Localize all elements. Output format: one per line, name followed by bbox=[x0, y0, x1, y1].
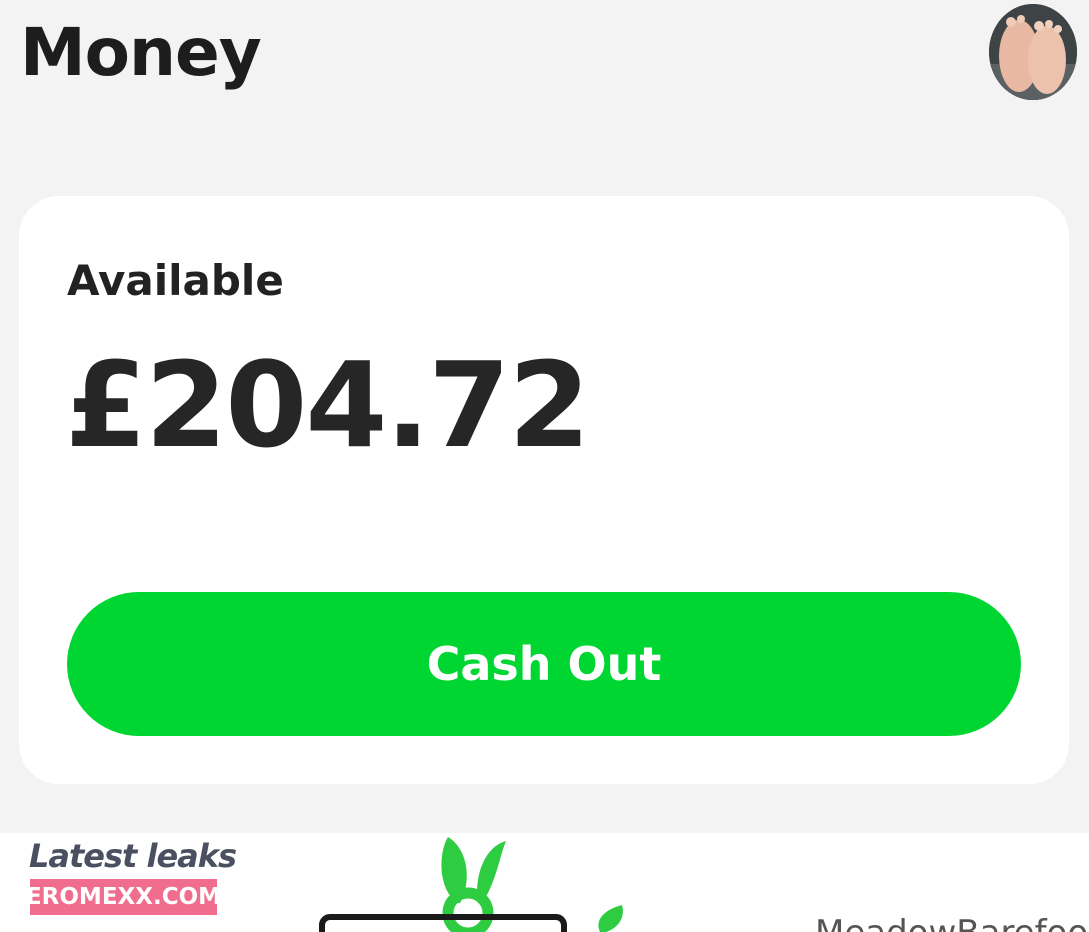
watermark-title: Latest leaks bbox=[29, 837, 237, 875]
balance-card: Available £204.72 Cash Out bbox=[19, 196, 1069, 784]
watermark-site: EROMEXX.COM bbox=[26, 879, 221, 915]
username-text: MeadowBarefoot bbox=[815, 913, 1089, 932]
avatar[interactable] bbox=[989, 4, 1077, 100]
leaf-logo-icon bbox=[319, 837, 623, 932]
balance-amount: £204.72 bbox=[65, 336, 590, 474]
available-label: Available bbox=[67, 256, 284, 305]
bottom-strip: Latest leaks EROMEXX.COM MeadowBarefoot bbox=[0, 833, 1089, 932]
avatar-photo-icon bbox=[989, 4, 1077, 100]
page-title: Money bbox=[20, 14, 262, 91]
cash-out-button[interactable]: Cash Out bbox=[67, 592, 1021, 736]
